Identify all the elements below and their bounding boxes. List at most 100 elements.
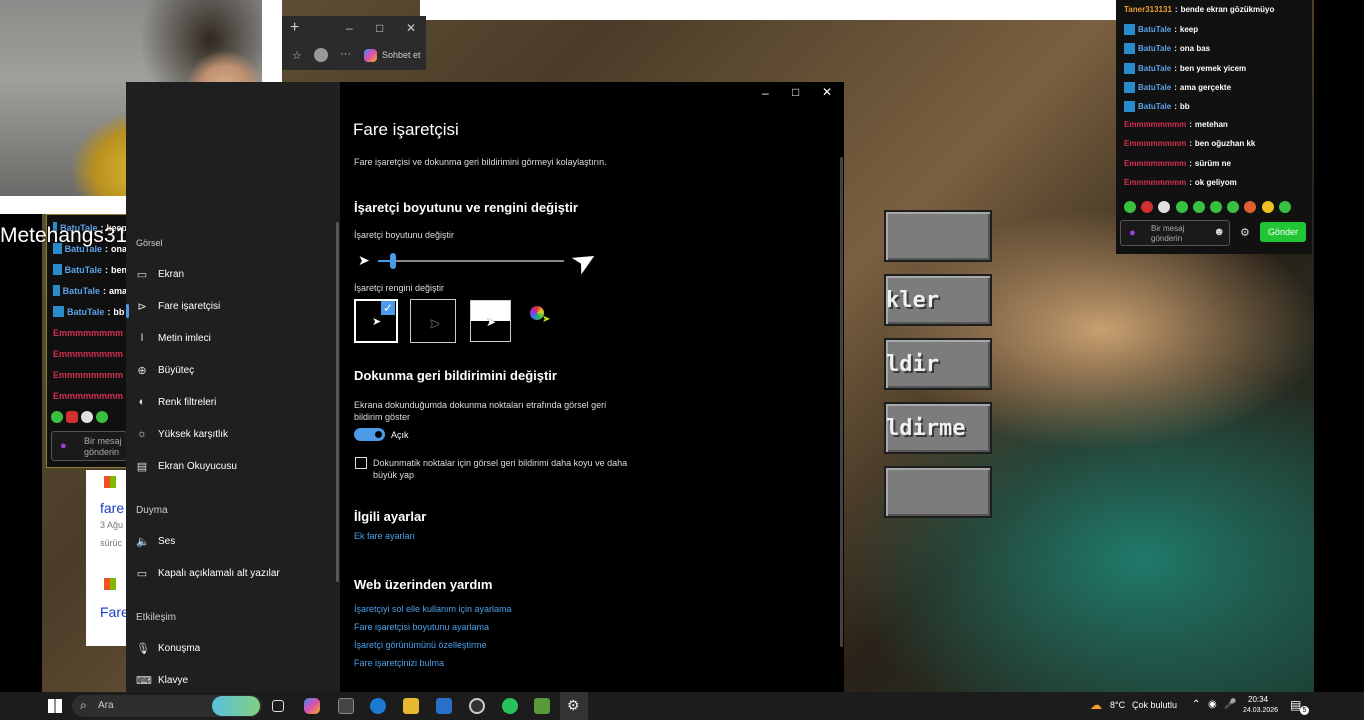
minimize-button[interactable]: – [346, 21, 353, 35]
chat-username[interactable]: Emmmmmmmm [53, 370, 123, 380]
emote-icon[interactable] [1227, 201, 1240, 213]
help-link-4[interactable]: Fare işaretçinizi bulma [354, 658, 444, 668]
settings-gear-icon[interactable]: ⚙ [1240, 226, 1250, 239]
chat-username[interactable]: BatuTale [63, 286, 100, 296]
sidebar-item[interactable]: ⊕ Büyüteç [136, 364, 194, 377]
browser-menu-button[interactable]: ··· [340, 48, 351, 60]
edge-icon[interactable] [370, 698, 386, 714]
chat-username[interactable]: Emmmmmmmm [1124, 178, 1186, 187]
send-button[interactable]: Gönder [1260, 222, 1306, 242]
taskbar-search[interactable]: ⌕ Ara [72, 695, 262, 717]
chat-username[interactable]: Emmmmmmmm [53, 391, 123, 401]
mc-menu-button-2[interactable]: kler [884, 274, 992, 326]
sidebar-item[interactable]: ▭ Kapalı açıklamalı alt yazılar [136, 567, 280, 580]
chat-username[interactable]: BatuTale [1138, 44, 1171, 53]
mail-icon[interactable] [436, 698, 452, 714]
emote-icon[interactable] [1244, 201, 1257, 213]
emote-icon[interactable] [1261, 201, 1274, 213]
weather-desc[interactable]: Çok bulutlu [1132, 700, 1177, 710]
result-title-2[interactable]: Fare [100, 604, 126, 620]
sidebar-scrollbar[interactable] [336, 222, 339, 582]
copilot-icon[interactable] [304, 698, 320, 714]
emote-icon[interactable] [1141, 201, 1154, 213]
weather-temp[interactable]: 8°C [1110, 700, 1125, 710]
help-link-1[interactable]: İşaretçiyi sol elle kullanım için ayarla… [354, 604, 512, 614]
help-link-2[interactable]: Fare işaretçisi boyutunu ayarlama [354, 622, 489, 632]
chat-username[interactable]: Emmmmmmmm [53, 349, 123, 359]
microphone-icon[interactable]: ● [60, 440, 67, 452]
clock-date[interactable]: 24.03.2026 [1243, 707, 1278, 714]
chat-username[interactable]: Emmmmmmmm [1124, 159, 1186, 168]
sidebar-item[interactable]: I Metin imleci [136, 332, 210, 344]
chat-username[interactable]: BatuTale [1138, 25, 1171, 34]
minecraft-icon[interactable] [534, 698, 550, 714]
window-minimize-button[interactable]: – [762, 86, 769, 100]
color-option-white[interactable]: ➤ ✓ [354, 299, 398, 343]
emote-icon[interactable] [1192, 201, 1205, 213]
result-title[interactable]: fare [100, 500, 124, 516]
chat-input[interactable]: ● Bir mesaj gönderin [51, 431, 127, 461]
maximize-button[interactable]: □ [376, 21, 383, 35]
chat-username[interactable]: Emmmmmmmm [1124, 120, 1186, 129]
store-icon[interactable] [338, 698, 354, 714]
sidebar-item[interactable]: 🔈 Ses [136, 535, 175, 548]
chat-username[interactable]: BatuTale [1138, 102, 1171, 111]
window-maximize-button[interactable]: □ [792, 85, 799, 99]
chat-username[interactable]: Emmmmmmmm [1124, 139, 1186, 148]
emote-icon[interactable] [1210, 201, 1222, 213]
main-scrollbar[interactable] [840, 157, 843, 647]
emoji-icon[interactable]: ☻ [1213, 226, 1225, 238]
file-explorer-icon[interactable] [403, 698, 419, 714]
emote-icon[interactable] [51, 411, 63, 423]
chat-username[interactable]: Emmmmmmmm [53, 328, 123, 338]
favorites-icon[interactable]: ☆ [292, 49, 302, 62]
tray-chevron-icon[interactable]: ⌃ [1192, 699, 1200, 710]
emote-icon[interactable] [81, 411, 93, 423]
microphone-icon[interactable]: ● [1129, 227, 1136, 239]
darker-feedback-checkbox[interactable] [355, 457, 367, 469]
sidebar-item[interactable]: ☼ Yüksek karşıtlık [136, 428, 228, 440]
mc-menu-button-1[interactable] [884, 210, 992, 262]
related-link[interactable]: Ek fare ayarları [354, 531, 415, 541]
color-option-black[interactable]: ➤ [410, 299, 456, 343]
clock-time[interactable]: 20:34 [1248, 695, 1268, 704]
close-button[interactable]: ✕ [406, 21, 416, 35]
emote-icon[interactable] [1175, 201, 1188, 213]
settings-icon[interactable]: ⚙ [567, 697, 580, 714]
network-icon[interactable]: ◉ [1208, 699, 1217, 710]
emote-icon[interactable] [96, 411, 108, 423]
emote-icon[interactable] [1158, 201, 1171, 213]
mc-menu-button-5[interactable] [884, 466, 992, 518]
help-link-3[interactable]: İşaretçi görünümünü özelleştirme [354, 640, 487, 650]
task-view-icon[interactable] [272, 700, 284, 712]
color-option-inverted[interactable]: ➤ [470, 300, 511, 342]
profile-avatar[interactable] [314, 48, 328, 62]
chat-username[interactable]: BatuTale [67, 307, 104, 317]
emote-icon[interactable] [1278, 201, 1291, 213]
sidebar-item[interactable]: ◐ Renk filtreleri [136, 396, 217, 408]
sidebar-item[interactable]: ▭ Ekran [136, 268, 184, 281]
microphone-icon[interactable]: 🎤 [1224, 699, 1236, 710]
mc-menu-button-4[interactable]: ldirme [884, 402, 992, 454]
app-icon[interactable] [469, 698, 485, 714]
mc-menu-button-3[interactable]: ldir [884, 338, 992, 390]
chat-input[interactable]: ● Bir mesaj gönderin ☻ [1120, 220, 1230, 246]
sidebar-item[interactable]: ▤ Ekran Okuyucusu [136, 460, 237, 473]
copilot-icon[interactable] [364, 49, 377, 62]
start-icon[interactable] [48, 699, 62, 713]
emote-icon[interactable] [66, 411, 78, 423]
copilot-label[interactable]: Sohbet et [382, 50, 421, 60]
new-tab-button[interactable]: + [290, 19, 299, 37]
touch-toggle[interactable] [354, 428, 385, 441]
chat-username[interactable]: Taner313131 [1124, 5, 1172, 14]
whatsapp-icon[interactable] [502, 698, 518, 714]
sidebar-item[interactable]: ⊳ Fare işaretçisi [136, 300, 220, 313]
weather-icon[interactable]: ☁ [1090, 698, 1102, 712]
size-slider[interactable] [378, 253, 564, 269]
chat-username[interactable]: BatuTale [1138, 83, 1171, 92]
sidebar-item[interactable]: 🎙 Konuşma [136, 642, 200, 655]
sidebar-item[interactable]: ⌨ Klavye [136, 674, 188, 687]
size-slider-thumb[interactable] [389, 253, 396, 269]
window-close-button[interactable]: ✕ [822, 85, 832, 99]
emote-icon[interactable] [1124, 201, 1136, 213]
